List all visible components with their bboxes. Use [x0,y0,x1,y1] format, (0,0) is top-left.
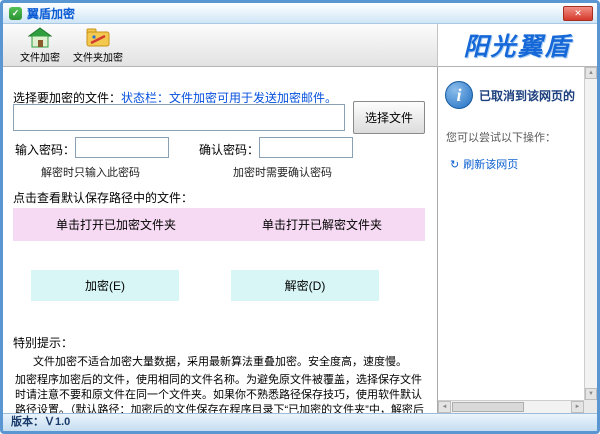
main-panel: 选择要加密的文件：状态栏：文件加密可用于发送加密邮件。 选择文件 输入密码： 确… [3,67,437,413]
toolbar-left: 文件加密 文件夹加密 [3,24,437,67]
choose-file-button[interactable]: 选择文件 [353,101,425,134]
scroll-down-button[interactable]: ▼ [585,388,597,400]
toolbar-item-file-encrypt[interactable]: 文件加密 [11,27,69,65]
close-button[interactable]: ✕ [563,6,593,21]
horizontal-scrollbar[interactable]: ◄ ► [438,400,584,413]
refresh-link[interactable]: 刷新该网页 [463,159,518,171]
toolbar-item-folder-encrypt[interactable]: 文件夹加密 [69,27,127,65]
tips-title: 特别提示： [13,334,73,351]
app-window: ✓ 翼盾加密 ✕ 文件加密 文件夹加密 [0,0,600,434]
password-hint: 解密时只输入此密码 [41,164,140,180]
open-decrypted-folder-button[interactable]: 单击打开已解密文件夹 [219,208,425,241]
statusbar: 版本：Ｖ1.0 [3,413,597,431]
toolbar: 文件加密 文件夹加密 阳光翼盾 [3,24,597,67]
version-label: 版本：Ｖ1.0 [11,416,70,428]
select-file-label: 选择要加密的文件： [13,91,121,105]
scrollbar-corner [584,400,597,413]
status-hint: 状态栏：文件加密可用于发送加密邮件。 [121,91,337,105]
scrollbar-thumb[interactable] [452,402,524,412]
info-icon: i [445,81,473,109]
titlebar[interactable]: ✓ 翼盾加密 ✕ [3,3,597,24]
toolbar-right: 阳光翼盾 [437,24,597,67]
window-title: 翼盾加密 [27,5,75,22]
default-path-label: 点击查看默认保存路径中的文件： [13,189,193,206]
vertical-scrollbar[interactable]: ▲ ▼ [584,67,597,400]
confirm-password-hint: 加密时需要确认密码 [233,164,332,180]
confirm-password-label: 确认密码： [199,141,259,158]
confirm-password-input[interactable] [259,137,353,158]
password-label: 输入密码： [15,141,75,158]
suggestion-text: 您可以尝试以下操作： [446,129,556,145]
default-folders-bar: 单击打开已加密文件夹 单击打开已解密文件夹 [13,208,425,241]
scroll-up-button[interactable]: ▲ [585,67,597,79]
decrypt-button[interactable]: 解密(D) [231,270,379,301]
toolbar-item-label: 文件加密 [11,49,69,64]
scroll-right-button[interactable]: ► [571,401,584,413]
toolbar-item-label: 文件夹加密 [69,49,127,64]
app-icon: ✓ [9,7,22,20]
browser-content: i 已取消到该网页的 您可以尝试以下操作： ↻ 刷新该网页 [438,67,584,400]
house-icon [28,27,52,48]
refresh-icon: ↻ [450,159,459,171]
refresh-row[interactable]: ↻ 刷新该网页 [450,155,518,173]
scroll-left-button[interactable]: ◄ [438,401,451,413]
file-path-input[interactable] [13,104,345,131]
error-title: 已取消到该网页的 [479,87,584,104]
paint-folder-icon [86,27,110,48]
encrypt-button[interactable]: 加密(E) [31,270,179,301]
open-encrypted-folder-button[interactable]: 单击打开已加密文件夹 [13,208,219,241]
browser-panel: i 已取消到该网页的 您可以尝试以下操作： ↻ 刷新该网页 ▲ ▼ ◄ ► [437,67,597,413]
password-input[interactable] [75,137,169,158]
brand-logo: 阳光翼盾 [463,27,571,63]
tip-line-1: 文件加密不适合加密大量数据，采用最新算法重叠加密。安全度高，速度慢。 [33,353,407,369]
